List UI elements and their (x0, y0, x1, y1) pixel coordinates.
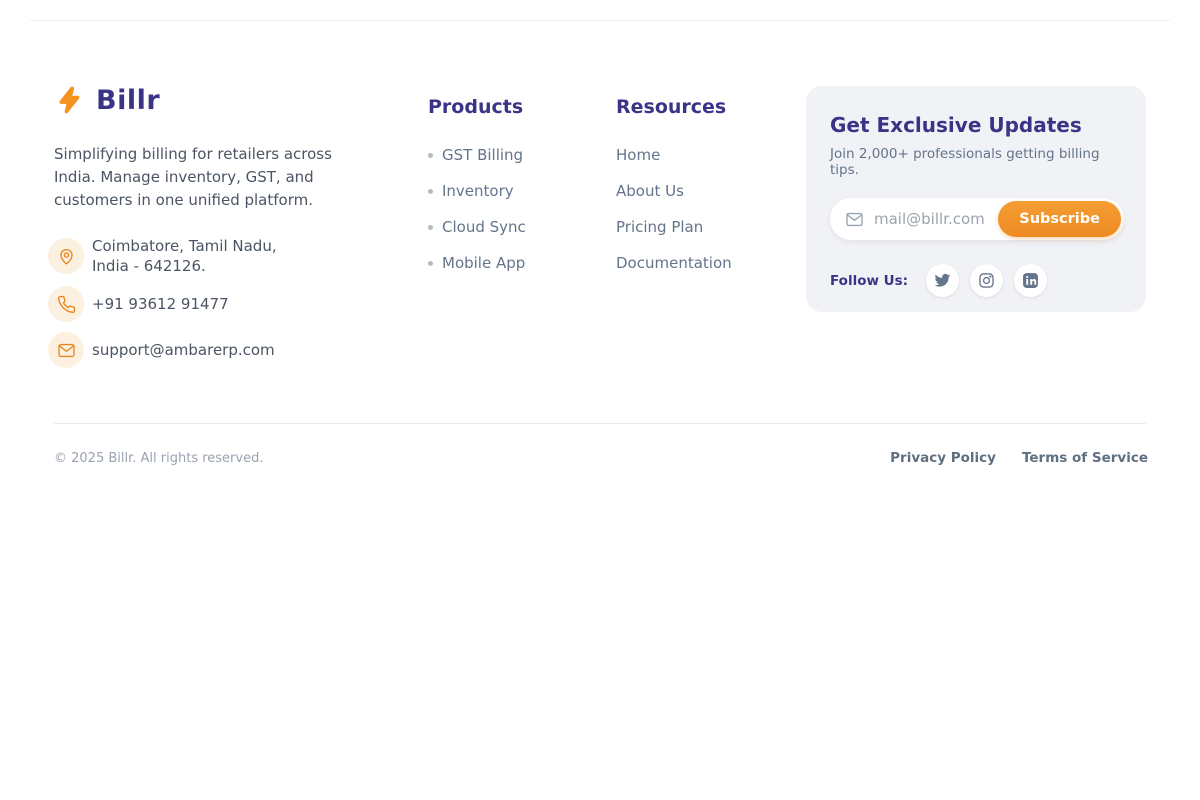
resource-link-pricing-plan[interactable]: Pricing Plan (616, 217, 732, 237)
contact-email-text: support@ambarerp.com (92, 340, 275, 360)
contact-phone[interactable]: +91 93612 91477 (48, 286, 388, 322)
top-section-divider (30, 20, 1170, 21)
mail-icon (48, 332, 84, 368)
follow-us-label: Follow Us: (830, 273, 908, 289)
privacy-policy-link[interactable]: Privacy Policy (890, 450, 996, 466)
mail-input-icon (845, 210, 864, 229)
contact-address: Coimbatore, Tamil Nadu, India - 642126. (48, 236, 388, 276)
twitter-icon (934, 272, 951, 289)
brand-name: Billr (96, 85, 160, 116)
brand-column: Billr Simplifying billing for retailers … (48, 82, 388, 368)
product-link-cloud-sync[interactable]: Cloud Sync (428, 217, 526, 237)
contact-list: Coimbatore, Tamil Nadu, India - 642126. … (48, 236, 388, 368)
product-link-gst-billing[interactable]: GST Billing (428, 145, 526, 165)
newsletter-card: Get Exclusive Updates Join 2,000+ profes… (806, 86, 1146, 312)
footer-page: Billr Simplifying billing for retailers … (0, 0, 1200, 800)
bullet-dot (428, 189, 433, 194)
resource-link-about-us[interactable]: About Us (616, 181, 732, 201)
products-column: Products GST Billing Inventory Cloud Syn… (428, 96, 526, 273)
copyright-text: © 2025 Billr. All rights reserved. (54, 451, 263, 466)
contact-phone-text: +91 93612 91477 (92, 294, 229, 314)
brand-logo[interactable]: Billr (48, 82, 388, 118)
contact-address-text: Coimbatore, Tamil Nadu, India - 642126. (92, 236, 277, 276)
resource-link-home[interactable]: Home (616, 145, 732, 165)
products-title: Products (428, 96, 526, 118)
phone-icon (48, 286, 84, 322)
contact-email[interactable]: support@ambarerp.com (48, 332, 388, 368)
twitter-button[interactable] (926, 264, 959, 297)
email-input[interactable] (864, 210, 998, 228)
subscribe-button[interactable]: Subscribe (998, 201, 1121, 237)
products-list: GST Billing Inventory Cloud Sync Mobile … (428, 145, 526, 273)
instagram-icon (978, 272, 995, 289)
resources-column: Resources Home About Us Pricing Plan Doc… (616, 96, 732, 273)
resource-link-documentation[interactable]: Documentation (616, 253, 732, 273)
follow-row: Follow Us: (830, 264, 1124, 297)
resources-list: Home About Us Pricing Plan Documentation (616, 145, 732, 273)
legal-links: Privacy Policy Terms of Service (890, 450, 1148, 466)
bolt-icon (53, 82, 87, 118)
bullet-dot (428, 261, 433, 266)
newsletter-subtitle: Join 2,000+ professionals getting billin… (830, 146, 1124, 178)
instagram-button[interactable] (970, 264, 1003, 297)
linkedin-button[interactable] (1014, 264, 1047, 297)
subscribe-form: Subscribe (830, 198, 1124, 240)
bullet-dot (428, 225, 433, 230)
bottom-bar: © 2025 Billr. All rights reserved. Priva… (54, 448, 1148, 468)
resources-title: Resources (616, 96, 732, 118)
bottom-divider (54, 423, 1146, 424)
product-link-mobile-app[interactable]: Mobile App (428, 253, 526, 273)
linkedin-icon (1022, 272, 1039, 289)
location-icon (48, 238, 84, 274)
bullet-dot (428, 153, 433, 158)
terms-of-service-link[interactable]: Terms of Service (1022, 450, 1148, 466)
brand-tagline: Simplifying billing for retailers across… (48, 143, 363, 212)
product-link-inventory[interactable]: Inventory (428, 181, 526, 201)
newsletter-title: Get Exclusive Updates (830, 113, 1124, 137)
